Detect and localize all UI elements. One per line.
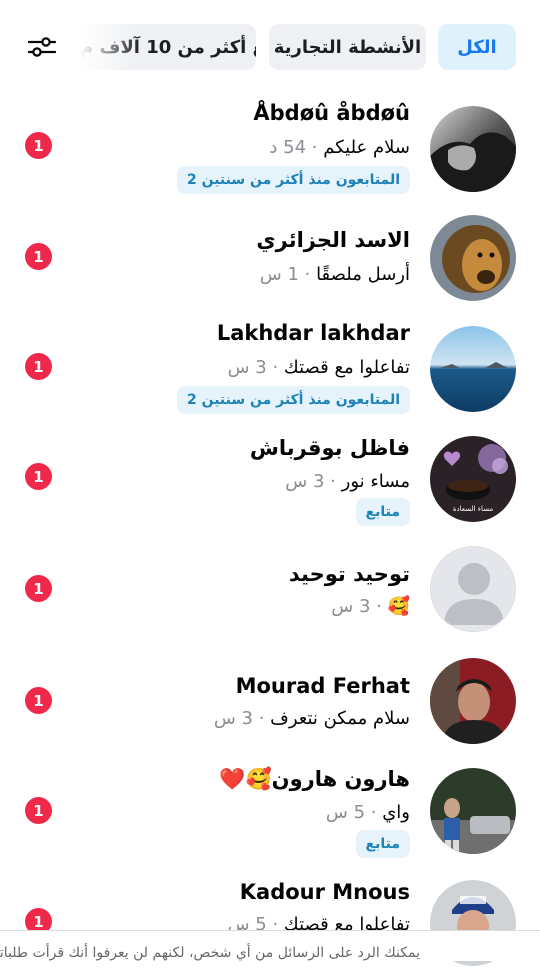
timestamp: 3 س xyxy=(213,708,253,729)
sender-name: Mourad Ferhat xyxy=(235,674,410,698)
separator-dot: · xyxy=(365,802,383,823)
sender-name: Kadour Mnous xyxy=(239,880,410,904)
unread-badge: 1 xyxy=(25,687,52,714)
preview-text: سلام عليكم xyxy=(323,137,410,158)
filter-chip-10k-label: مع أكثر من 10 آلاف م xyxy=(80,36,256,58)
follower-tag: متابع xyxy=(355,498,410,526)
message-request-row[interactable]: توحيد توحيد 🥰 · 3 س 1 xyxy=(0,536,540,646)
message-preview: سلام عليكم · 54 د xyxy=(269,137,410,158)
message-preview: تفاعلوا مع قصتك · 3 س xyxy=(228,357,410,378)
message-request-row[interactable]: Åbdøû åbdøû سلام عليكم · 54 د المتابعون … xyxy=(0,96,540,206)
preview-text: 🥰 xyxy=(387,596,410,617)
preview-text: سلام ممكن نتعرف xyxy=(270,708,410,729)
message-request-row[interactable]: Lakhdar lakhdar تفاعلوا مع قصتك · 3 س ال… xyxy=(0,316,540,426)
filter-chip-all[interactable]: الكل xyxy=(438,24,516,70)
unread-badge: 1 xyxy=(25,353,52,380)
timestamp: 5 س xyxy=(325,802,366,823)
message-request-row[interactable]: هارون هارون🥰❤️ واي · 5 س متابع 1 xyxy=(0,756,540,866)
preview-text: تفاعلوا مع قصتك xyxy=(283,357,410,378)
avatar[interactable] xyxy=(430,768,516,854)
message-preview: أرسل ملصقًا · 1 س xyxy=(260,264,410,285)
follower-tag: المتابعون منذ أكثر من سنتين 2 xyxy=(176,166,410,194)
filter-chip-10k-followers[interactable]: مع أكثر من 10 آلاف م xyxy=(80,24,256,70)
avatar[interactable]: مساء السعادة xyxy=(430,436,516,522)
sender-name: هارون هارون🥰❤️ xyxy=(219,767,410,791)
unread-badge: 1 xyxy=(25,132,52,159)
sender-name: Åbdøû åbdøû xyxy=(253,101,410,125)
timestamp: 54 د xyxy=(269,137,307,158)
unread-badge: 1 xyxy=(25,243,52,270)
separator-dot: · xyxy=(370,596,388,617)
sender-name: فاظل بوقرباش xyxy=(249,436,410,460)
timestamp: 1 س xyxy=(259,264,299,285)
timestamp: 3 س xyxy=(227,357,267,378)
filter-settings-icon[interactable] xyxy=(28,36,56,58)
requests-info-footer: يمكنك الرد على الرسائل من أي شخص، لكنهم … xyxy=(0,930,540,961)
unread-badge: 1 xyxy=(25,463,52,490)
sender-name: Lakhdar lakhdar xyxy=(216,321,410,345)
avatar[interactable] xyxy=(430,658,516,744)
avatar[interactable] xyxy=(430,215,516,301)
preview-text: واي xyxy=(382,802,410,823)
preview-text: أرسل ملصقًا xyxy=(316,264,410,285)
avatar[interactable] xyxy=(430,326,516,412)
separator-dot: · xyxy=(324,471,342,492)
message-preview: مساء نور · 3 س xyxy=(285,471,410,492)
message-request-row[interactable]: مساء السعادة فاظل بوقرباش مساء نور · 3 س… xyxy=(0,426,540,536)
unread-badge: 1 xyxy=(25,575,52,602)
requests-info-text: يمكنك الرد على الرسائل من أي شخص، لكنهم … xyxy=(0,945,420,961)
message-preview: واي · 5 س xyxy=(326,802,410,823)
filter-chip-business[interactable]: الأنشطة التجارية xyxy=(269,24,426,70)
unread-badge: 1 xyxy=(25,797,52,824)
separator-dot: · xyxy=(253,708,271,729)
separator-dot: · xyxy=(298,264,317,285)
sender-name: الاسد الجزائري xyxy=(256,228,410,252)
separator-dot: · xyxy=(266,357,284,378)
filter-chip-business-label: الأنشطة التجارية xyxy=(273,36,422,58)
message-preview: 🥰 · 3 س xyxy=(331,596,410,617)
filter-bar: الكل الأنشطة التجارية مع أكثر من 10 آلاف… xyxy=(0,22,540,74)
preview-text: مساء نور xyxy=(341,471,410,492)
default-avatar-icon xyxy=(431,547,515,631)
follower-tag: متابع xyxy=(355,830,410,858)
separator-dot: · xyxy=(306,137,324,158)
follower-tag: المتابعون منذ أكثر من سنتين 2 xyxy=(176,386,410,414)
message-request-row[interactable]: الاسد الجزائري أرسل ملصقًا · 1 س 1 xyxy=(0,206,540,316)
timestamp: 3 س xyxy=(285,471,325,492)
avatar-image-text: مساء السعادة xyxy=(453,505,494,513)
sender-name: توحيد توحيد xyxy=(288,562,410,586)
avatar[interactable] xyxy=(430,546,516,632)
timestamp: 3 س xyxy=(331,596,371,617)
message-preview: سلام ممكن نتعرف · 3 س xyxy=(214,708,410,729)
message-request-row[interactable]: Mourad Ferhat سلام ممكن نتعرف · 3 س 1 xyxy=(0,646,540,756)
avatar[interactable] xyxy=(430,106,516,192)
filter-chip-all-label: الكل xyxy=(457,36,497,58)
